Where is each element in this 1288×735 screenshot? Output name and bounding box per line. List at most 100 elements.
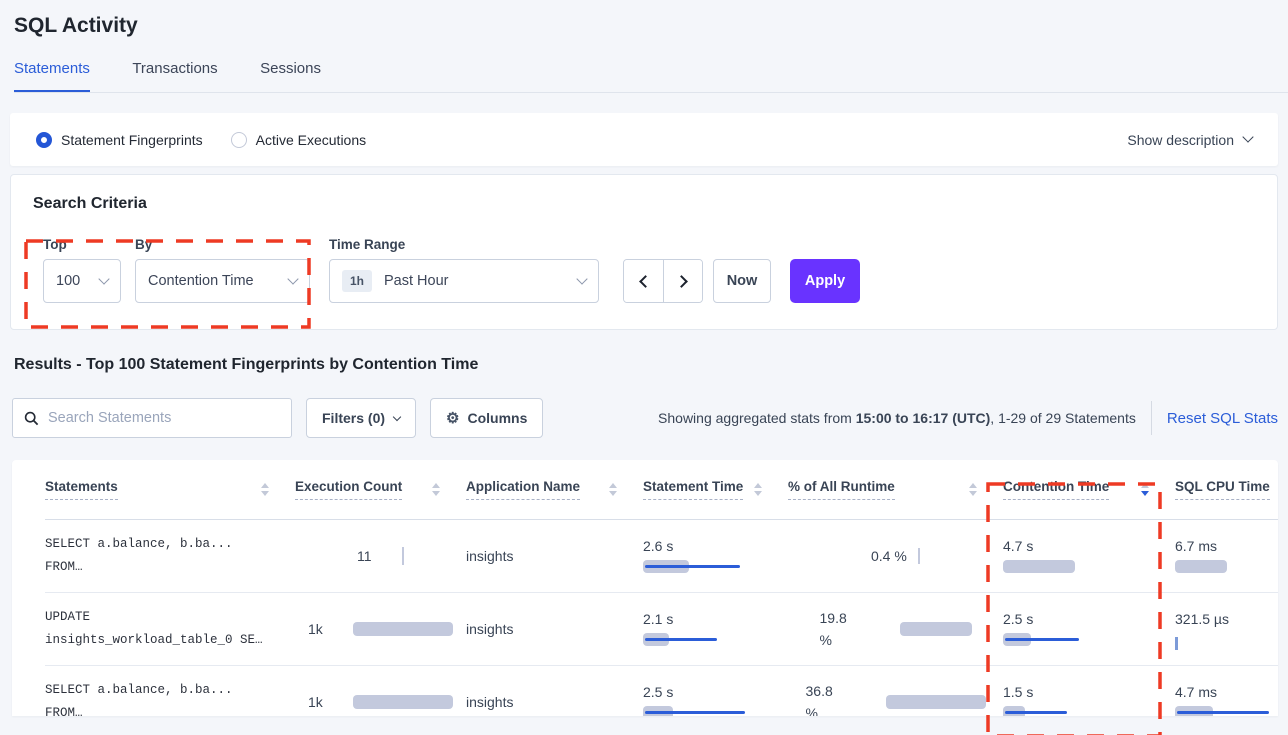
view-toggle-bar: Statement Fingerprints Active Executions…	[10, 113, 1278, 166]
columns-label: Columns	[467, 410, 527, 426]
show-description-label: Show description	[1127, 132, 1234, 148]
radio-unselected-icon	[231, 132, 247, 148]
sort-icon[interactable]	[261, 483, 269, 496]
time-range-label: Time Range	[329, 237, 599, 252]
application-name-cell: insights	[466, 666, 643, 716]
time-range-select[interactable]: 1h Past Hour	[329, 259, 599, 303]
execution-count-cell: 1k	[295, 593, 466, 665]
time-range-pager	[623, 259, 703, 303]
table-row[interactable]: SELECT a.balance, b.ba... FROM… 1k insig…	[45, 666, 1278, 716]
divider	[1151, 401, 1152, 435]
col-header-statement-time[interactable]: Statement Time	[643, 460, 788, 519]
sort-icon[interactable]	[432, 483, 440, 496]
contention-time-cell: 1.5 s	[1003, 666, 1175, 716]
filters-label: Filters (0)	[322, 410, 385, 426]
table-row[interactable]: SELECT a.balance, b.ba... FROM… 11 insig…	[45, 520, 1278, 593]
radio-label: Active Executions	[256, 132, 367, 148]
reset-sql-stats-link[interactable]: Reset SQL Stats	[1167, 410, 1278, 427]
chevron-down-icon	[576, 273, 587, 284]
bar	[886, 695, 986, 709]
chevron-down-icon	[393, 412, 401, 420]
top-field: Top 100	[43, 237, 121, 303]
time-range-badge: 1h	[342, 270, 372, 292]
execution-count-cell: 1k	[295, 666, 466, 716]
chevron-down-icon	[287, 273, 298, 284]
top-select[interactable]: 100	[43, 259, 121, 303]
search-criteria-title: Search Criteria	[33, 195, 1257, 213]
by-label: By	[135, 237, 310, 252]
chevron-left-icon	[639, 275, 652, 288]
execution-count-cell: 11	[295, 520, 466, 592]
radio-label: Statement Fingerprints	[61, 132, 203, 148]
statements-table: Statements Execution Count Application N…	[12, 460, 1278, 716]
contention-time-cell: 2.5 s	[1003, 593, 1175, 665]
tab-sessions[interactable]: Sessions	[260, 60, 321, 90]
sort-icon[interactable]	[609, 483, 617, 496]
top-label: Top	[43, 237, 121, 252]
col-header-execution-count[interactable]: Execution Count	[295, 460, 466, 519]
chevron-down-icon	[98, 273, 109, 284]
by-select[interactable]: Contention Time	[135, 259, 310, 303]
application-name-cell: insights	[466, 593, 643, 665]
contention-time-cell: 4.7 s	[1003, 520, 1175, 592]
time-range-value: Past Hour	[384, 273, 448, 289]
statement-time-cell: 2.1 s	[643, 593, 788, 665]
col-header-statements[interactable]: Statements	[45, 460, 295, 519]
search-icon	[24, 411, 39, 426]
sql-cpu-time-cell: 6.7 ms	[1175, 520, 1278, 592]
radio-selected-icon	[36, 132, 52, 148]
tab-bar: Statements Transactions Sessions	[14, 60, 1288, 93]
statement-cell[interactable]: SELECT a.balance, b.ba... FROM…	[45, 666, 295, 716]
page-title: SQL Activity	[14, 14, 1288, 38]
aggregated-stats-text: Showing aggregated stats from 15:00 to 1…	[658, 410, 1136, 426]
statement-cell[interactable]: UPDATE insights_workload_table_0 SE…	[45, 593, 295, 665]
statement-cell[interactable]: SELECT a.balance, b.ba... FROM…	[45, 520, 295, 592]
sql-cpu-time-cell: 321.5 µs	[1175, 593, 1278, 665]
bar	[900, 622, 972, 636]
tab-statements[interactable]: Statements	[14, 60, 90, 92]
sort-icon[interactable]	[969, 483, 977, 496]
sql-cpu-time-cell: 4.7 ms	[1175, 666, 1278, 716]
col-header-sql-cpu-time[interactable]: SQL CPU Time	[1175, 460, 1278, 519]
search-criteria-panel: Search Criteria Top 100 By Contention Ti…	[10, 174, 1278, 330]
previous-time-button[interactable]	[624, 260, 663, 302]
by-value: Contention Time	[148, 273, 254, 289]
columns-button[interactable]: ⚙ Columns	[430, 398, 543, 438]
bar	[353, 622, 453, 636]
chevron-right-icon	[675, 275, 688, 288]
application-name-cell: insights	[466, 520, 643, 592]
col-header-contention-time[interactable]: Contention Time	[1003, 460, 1175, 519]
bar-tick	[918, 548, 920, 564]
bar	[353, 695, 453, 709]
pct-runtime-cell: 0.4 %	[788, 520, 1003, 592]
radio-statement-fingerprints[interactable]: Statement Fingerprints	[36, 132, 203, 148]
tab-transactions[interactable]: Transactions	[132, 60, 217, 90]
bar-tick	[1175, 637, 1178, 650]
sort-icon-descending[interactable]	[1141, 483, 1149, 496]
pct-runtime-cell: 36.8 %	[788, 666, 1003, 716]
gear-icon: ⚙	[446, 409, 459, 427]
bar-tick	[402, 547, 404, 565]
results-heading: Results - Top 100 Statement Fingerprints…	[14, 356, 1288, 374]
table-row[interactable]: UPDATE insights_workload_table_0 SE… 1k …	[45, 593, 1278, 666]
radio-active-executions[interactable]: Active Executions	[231, 132, 367, 148]
sort-icon[interactable]	[754, 483, 762, 496]
table-header-row: Statements Execution Count Application N…	[45, 460, 1278, 520]
top-value: 100	[56, 273, 80, 289]
pct-runtime-cell: 19.8 %	[788, 593, 1003, 665]
col-header-pct-all-runtime[interactable]: % of All Runtime	[788, 460, 1003, 519]
next-time-button[interactable]	[663, 260, 702, 302]
statement-time-cell: 2.5 s	[643, 666, 788, 716]
statement-time-cell: 2.6 s	[643, 520, 788, 592]
search-statements-input[interactable]	[48, 410, 280, 426]
time-range-field: Time Range 1h Past Hour	[329, 237, 599, 303]
chevron-down-icon	[1242, 131, 1253, 142]
filters-button[interactable]: Filters (0)	[306, 398, 416, 438]
apply-button[interactable]: Apply	[790, 259, 860, 303]
show-description-toggle[interactable]: Show description	[1127, 132, 1252, 148]
col-header-application-name[interactable]: Application Name	[466, 460, 643, 519]
now-button[interactable]: Now	[713, 259, 771, 303]
by-field: By Contention Time	[135, 237, 310, 303]
results-toolbar: Filters (0) ⚙ Columns Showing aggregated…	[12, 398, 1278, 438]
search-statements-box	[12, 398, 292, 438]
